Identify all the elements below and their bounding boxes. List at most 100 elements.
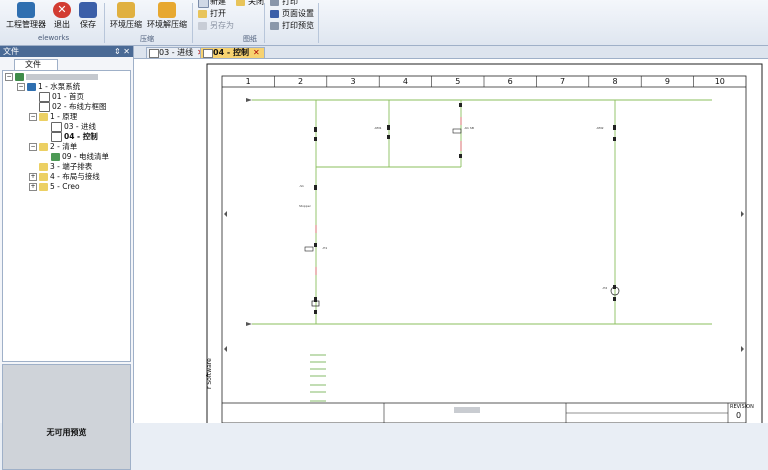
column-number: 9 [664,77,670,86]
print-preview-button[interactable]: 打印预览 [270,21,314,31]
tree-item[interactable]: − 2 - 清单 [29,142,77,152]
preview-area: 无可用预览 [2,364,131,470]
page-icon [149,49,159,58]
print-button[interactable]: 打印 [270,0,298,7]
project-manager-button[interactable]: 工程管理器 [4,0,48,30]
group-label-compress: 压缩 [140,35,154,43]
column-number: 2 [298,77,304,86]
save-label: 保存 [80,20,96,29]
collapse-icon[interactable]: − [29,143,37,151]
tree-item-label: 09 - 电线清单 [62,152,110,161]
preview-text: 无可用预览 [46,428,87,437]
folder-icon [39,163,48,171]
tree-item[interactable]: +5 - Creo [29,182,80,192]
close-label: 关闭 [248,0,264,6]
ribbon-toolbar: 工程管理器 ✕ 退出 保存 eleworks 环境压缩 环境解压缩 压缩 新建 … [0,0,768,46]
tree-item[interactable]: 03 - 进线 [51,122,96,132]
tree-item-label: 2 - 清单 [50,142,78,151]
column-number: 5 [455,77,461,86]
svg-text:-S1: -S1 [299,184,304,188]
exit-label: 退出 [54,20,70,29]
folder-icon [39,143,48,151]
svg-text:-H1: -H1 [322,246,327,250]
decompress-label: 环境解压缩 [147,20,187,29]
expand-icon[interactable]: + [29,183,37,191]
tree-item-label: 02 - 布线方框图 [52,102,107,111]
tree-item[interactable]: 3 - 端子排表 [39,162,92,172]
system-icon [27,83,36,91]
side-vertical-label: r Software [206,358,213,389]
decompress-icon [158,2,176,18]
tree-item-label: 03 - 进线 [64,122,97,131]
project-icon [15,73,24,81]
tree-item-label: 5 - Creo [50,182,80,191]
compress-label: 环境压缩 [110,20,142,29]
close-tab-icon[interactable]: ✕ [253,48,260,57]
svg-text:Stopper: Stopper [299,204,312,208]
print-preview-label: 打印预览 [282,21,314,30]
panel-title: 文件 [3,47,19,56]
folder-icon [39,173,48,181]
tab-file[interactable]: 文件 [14,59,58,70]
save-as-button[interactable]: 另存为 [198,21,234,31]
project-tree: − − 1 - 水泵系统 01 - 首页 02 - 布线方框图 − 1 - 原理 0… [2,70,131,362]
tree-item[interactable]: − 1 - 原理 [29,112,77,122]
tree-item-label: 1 - 原理 [50,112,78,121]
column-number: 7 [560,77,566,86]
tree-item[interactable]: 02 - 布线方框图 [39,102,107,112]
print-label: 打印 [282,0,298,6]
collapse-icon[interactable]: − [29,113,37,121]
exit-icon: ✕ [53,2,71,18]
collapse-icon[interactable]: − [17,83,25,91]
column-number: 1 [245,77,251,86]
revision-value: 0 [736,411,742,420]
tab-04-control[interactable]: 04 - 控制 ✕ [200,47,265,58]
new-label: 新建 [210,0,226,6]
collapse-icon[interactable]: − [5,73,13,81]
compress-button[interactable]: 环境压缩 [108,0,144,30]
tree-item-label: 04 - 控制 [64,132,98,141]
tree-item-selected[interactable]: 04 - 控制 [51,132,98,142]
project-manager-icon [17,2,35,18]
tree-item-label: 3 - 端子排表 [50,162,93,171]
group-label-drawing: 图纸 [243,35,257,43]
svg-text:-H2: -H2 [602,286,607,290]
group-label-eleworks: eleworks [38,34,70,42]
project-manager-label: 工程管理器 [6,20,46,29]
save-button[interactable]: 保存 [76,0,100,30]
page-icon [203,49,213,58]
page-icon [51,132,62,142]
close-drawing-button[interactable]: 关闭 [236,0,264,7]
ribbon-separator [318,3,319,43]
tree-item-label: 4 - 布局与接线 [50,172,100,181]
page-setup-button[interactable]: 页面设置 [270,9,314,19]
expand-icon[interactable]: + [29,173,37,181]
new-icon [198,0,209,8]
open-drawing-button[interactable]: 打开 [198,9,226,19]
tree-item-label: 1 - 水泵系统 [38,82,81,91]
document-tabs: 03 - 进线 ✕ 04 - 控制✕ [134,46,768,59]
tree-item[interactable]: − 1 - 水泵系统 [17,82,80,92]
column-number: 8 [612,77,618,86]
svg-text:-KM2: -KM2 [596,126,604,130]
close-icon [236,0,245,6]
tree-item[interactable]: 01 - 首页 [39,92,84,102]
ribbon-separator [264,3,265,43]
save-icon [79,2,97,18]
new-drawing-button[interactable]: 新建 [198,0,226,8]
tree-item[interactable]: 09 - 电线清单 [51,152,109,162]
tab-file-label: 文件 [25,60,41,69]
exit-button[interactable]: ✕ 退出 [50,0,74,30]
schematic-drawing: -S1 Stopper -KM1 -KM2 -K1 SB -H1 -H2 [206,63,763,423]
decompress-button[interactable]: 环境解压缩 [145,0,189,30]
drawing-canvas[interactable]: -S1 Stopper -KM1 -KM2 -K1 SB -H1 -H2 1 2 3 4 5 6 [134,59,768,423]
table-icon [51,153,60,161]
column-number: 6 [507,77,513,86]
panel-controls[interactable]: ⇕ ✕ [114,46,130,57]
tree-item[interactable]: +4 - 布局与接线 [29,172,100,182]
tree-root[interactable]: − [5,72,98,82]
save-as-icon [198,22,207,30]
folder-icon [39,113,48,121]
file-panel: 文件 ⇕ ✕ 文件 − − 1 - 水泵系统 01 - 首页 02 - 布线方框图… [0,46,134,470]
column-number: 4 [402,77,408,86]
